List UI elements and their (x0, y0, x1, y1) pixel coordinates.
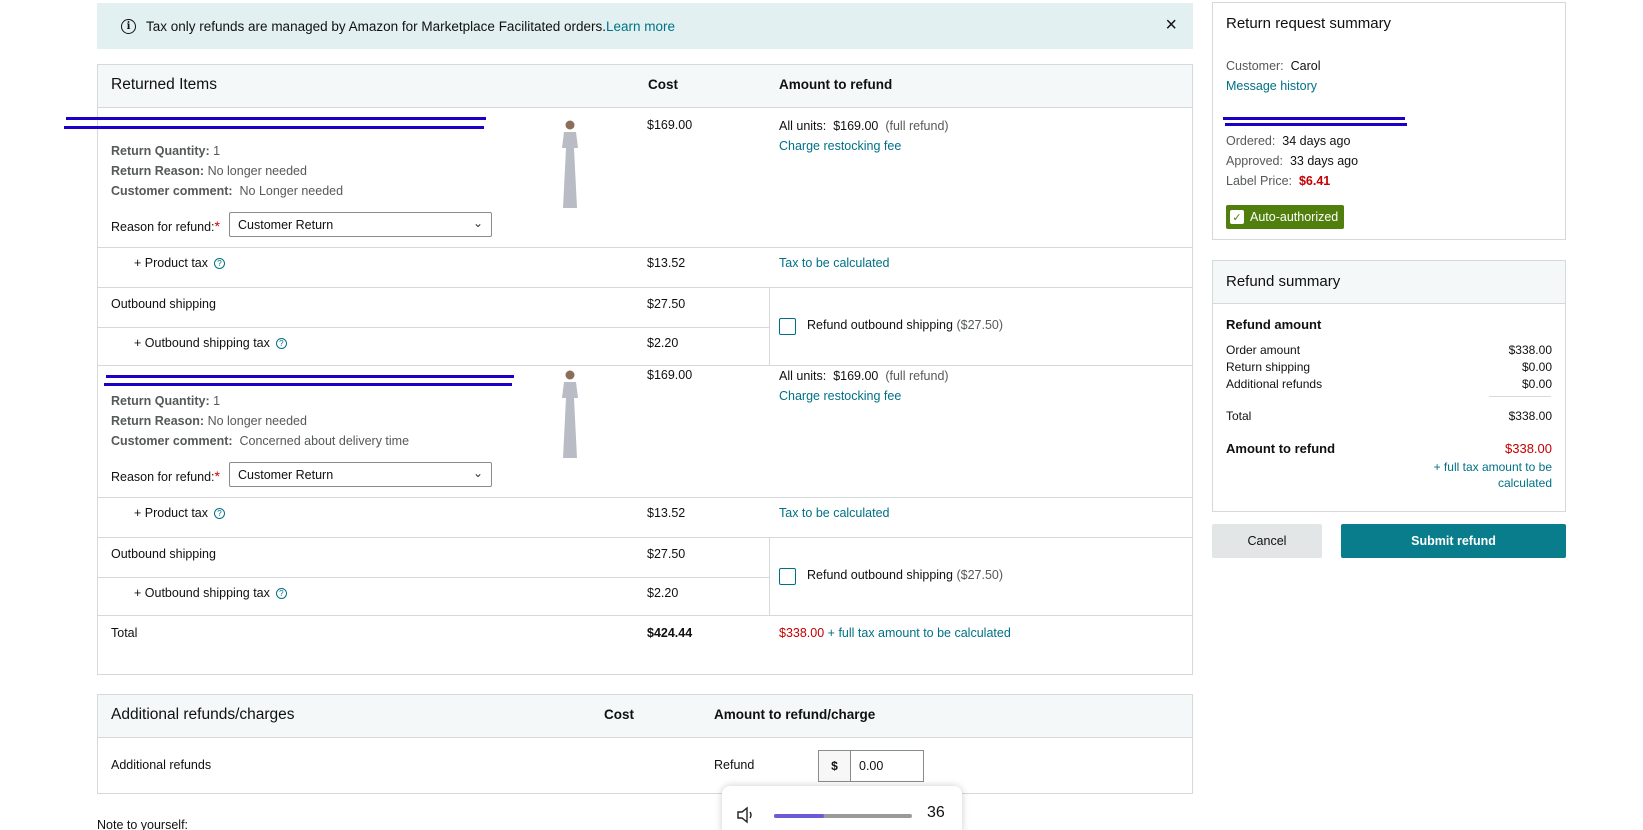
additional-refund-input[interactable]: $ 0.00 (818, 750, 924, 782)
cancel-button[interactable]: Cancel (1212, 524, 1322, 558)
refund-value[interactable]: 0.00 (851, 751, 923, 781)
volume-overlay[interactable]: 36 (722, 786, 962, 830)
tax-note[interactable]: + full tax amount to be calculated (1422, 459, 1552, 491)
reason-for-refund-label: Reason for refund:* (111, 218, 220, 234)
currency-symbol: $ (819, 751, 851, 781)
reason-for-refund-select[interactable]: Customer Return ⌄ (229, 212, 492, 237)
chevron-down-icon: ⌄ (472, 216, 483, 230)
info-icon: i (121, 18, 136, 34)
col-cost: Cost (604, 707, 634, 722)
product-tax-label: + Product tax? (134, 506, 225, 520)
refund-outbound-label: Refund outbound shipping ($27.50) (807, 318, 1004, 332)
returned-items-panel: Returned Items Cost Amount to refund Ret… (64, 64, 1193, 675)
summary-title: Return request summary (1226, 15, 1392, 32)
approved: Approved: 33 days ago (1226, 154, 1359, 168)
return-shipping-row: Return shipping $0.00 (1226, 360, 1552, 374)
redacted-order-mark (1225, 123, 1407, 126)
outbound-shipping-cost: $27.50 (647, 297, 686, 311)
customer-comment: Customer comment: No Longer needed (111, 184, 344, 198)
outbound-shipping-tax-label: + Outbound shipping tax? (134, 336, 287, 350)
all-units: All units: $169.00 (full refund) (779, 119, 949, 133)
volume-fill (774, 814, 824, 818)
tax-to-be-calculated[interactable]: Tax to be calculated (779, 256, 890, 270)
total-row: Total $338.00 (1226, 409, 1552, 423)
reason-for-refund-label: Reason for refund:* (111, 468, 220, 484)
label-price: Label Price: $6.41 (1226, 174, 1331, 188)
product-tax-cost: $13.52 (647, 256, 686, 270)
outbound-shipping-label: Outbound shipping (111, 547, 216, 561)
help-icon[interactable]: ? (214, 258, 225, 270)
col-amount: Amount to refund (779, 77, 893, 92)
outbound-shipping-tax-label: + Outbound shipping tax? (134, 586, 287, 600)
refund-amount-heading: Refund amount (1226, 317, 1322, 332)
return-reason: Return Reason: No longer needed (111, 414, 307, 428)
redacted-title-mark (104, 383, 512, 386)
tax-to-be-calculated[interactable]: Tax to be calculated (779, 506, 890, 520)
additional-refunds-row: Additional refunds $0.00 (1226, 377, 1552, 391)
return-quantity: Return Quantity: 1 (111, 144, 221, 158)
reason-for-refund-select[interactable]: Customer Return ⌄ (229, 462, 492, 487)
volume-slider[interactable] (774, 814, 912, 818)
col-amount: Amount to refund/charge (714, 707, 876, 722)
ordered: Ordered: 34 days ago (1226, 134, 1351, 148)
redacted-order-mark (1223, 117, 1405, 120)
auto-authorized-badge: ✓ Auto-authorized (1226, 205, 1345, 229)
volume-value: 36 (927, 804, 945, 821)
refund-outbound-label: Refund outbound shipping ($27.50) (807, 568, 1004, 582)
help-icon[interactable]: ? (214, 508, 225, 520)
help-icon[interactable]: ? (275, 588, 287, 600)
return-request-summary: Return request summary Customer: Carol M… (1212, 2, 1566, 240)
outbound-shipping-tax-cost: $2.20 (647, 336, 679, 350)
additional-title: Additional refunds/charges (111, 706, 295, 723)
refund-label: Refund (714, 758, 755, 772)
col-cost: Cost (648, 77, 678, 92)
total-refund: $338.00 + full tax amount to be calculat… (779, 626, 1011, 640)
items-header (98, 65, 1192, 107)
customer: Customer: Carol (1226, 59, 1321, 73)
refund-outbound-checkbox[interactable] (779, 568, 796, 585)
banner-text: Tax only refunds are managed by Amazon f… (146, 18, 606, 34)
amount-to-refund-row: Amount to refund $338.00 (1226, 441, 1552, 456)
items-title: Returned Items (111, 76, 217, 93)
refund-summary-title: Refund summary (1226, 273, 1341, 290)
help-icon[interactable]: ? (275, 338, 287, 350)
all-units: All units: $169.00 (full refund) (779, 369, 949, 383)
outbound-shipping-label: Outbound shipping (111, 297, 216, 311)
info-banner: i Tax only refunds are managed by Amazon… (97, 3, 1193, 49)
charge-restocking-link[interactable]: Charge restocking fee (779, 139, 901, 153)
item-cost: $169.00 (647, 118, 693, 132)
product-image (562, 370, 578, 458)
order-amount-row: Order amount $338.00 (1226, 343, 1552, 357)
outbound-shipping-cost: $27.50 (647, 547, 686, 561)
note-label: Note to yourself: (97, 818, 189, 830)
close-icon[interactable]: × (1165, 15, 1177, 35)
learn-more-link[interactable]: Learn more (606, 19, 675, 34)
speaker-icon[interactable] (736, 806, 756, 824)
product-tax-label: + Product tax? (134, 256, 225, 270)
redacted-title-mark (106, 375, 514, 378)
redacted-title-mark (66, 117, 486, 120)
item-cost: $169.00 (647, 368, 693, 382)
additional-refunds-label: Additional refunds (111, 758, 212, 772)
additional-refunds-panel: Additional refunds/charges Cost Amount t… (97, 694, 1193, 794)
redacted-title-mark (64, 126, 484, 129)
outbound-shipping-tax-cost: $2.20 (647, 586, 679, 600)
refund-outbound-checkbox[interactable] (779, 318, 796, 335)
charge-restocking-link[interactable]: Charge restocking fee (779, 389, 901, 403)
message-history-link[interactable]: Message history (1226, 79, 1317, 93)
product-tax-cost: $13.52 (647, 506, 686, 520)
total-label: Total (111, 626, 138, 640)
product-image (562, 120, 578, 208)
submit-refund-button[interactable]: Submit refund (1341, 524, 1566, 558)
chevron-down-icon: ⌄ (472, 466, 483, 480)
refund-summary: Refund summary Refund amount Order amoun… (1212, 260, 1566, 512)
check-icon: ✓ (1230, 210, 1244, 224)
total-cost: $424.44 (647, 626, 693, 640)
customer-comment: Customer comment: Concerned about delive… (111, 434, 410, 448)
return-reason: Return Reason: No longer needed (111, 164, 307, 178)
return-quantity: Return Quantity: 1 (111, 394, 221, 408)
